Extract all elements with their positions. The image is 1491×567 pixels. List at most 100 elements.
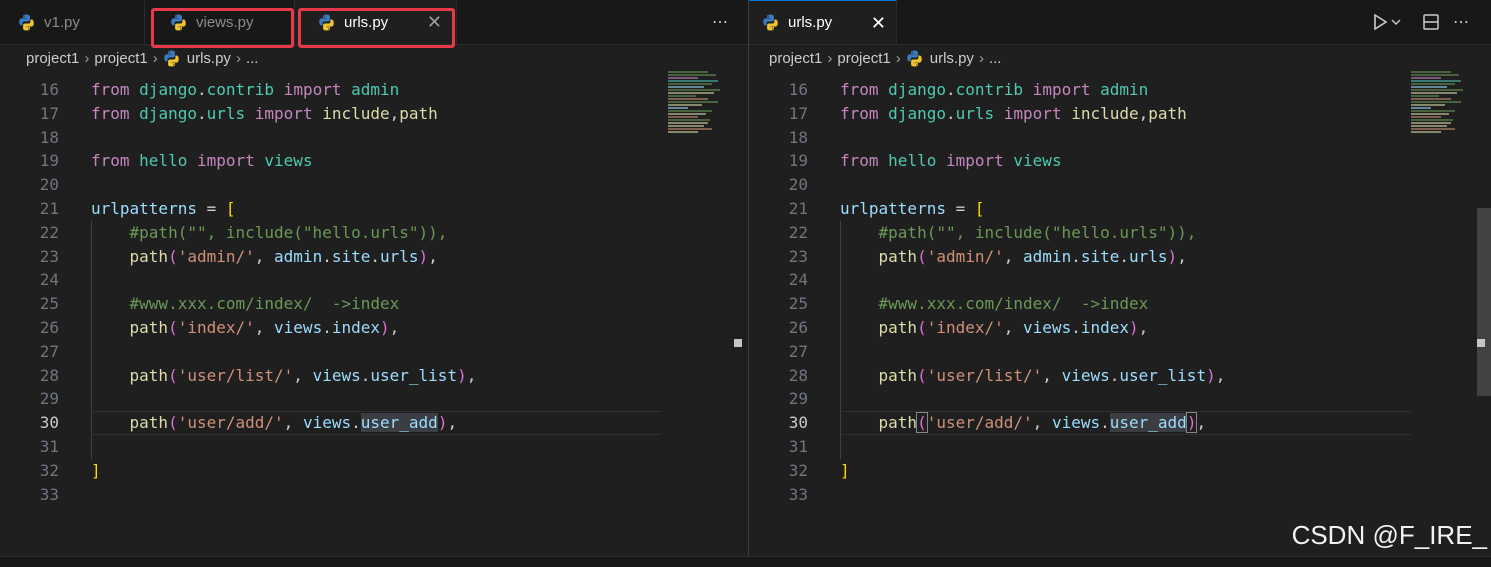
line-number: 21 xyxy=(788,199,808,218)
code-text: ] xyxy=(840,460,850,480)
code-line[interactable]: 32] xyxy=(749,459,1491,483)
line-number: 18 xyxy=(788,127,808,147)
split-editor-icon[interactable] xyxy=(1421,12,1441,32)
code-line[interactable]: 29 xyxy=(0,387,748,411)
code-line[interactable]: 23 path('admin/', admin.site.urls), xyxy=(0,245,748,269)
code-line[interactable]: 18 xyxy=(0,126,748,150)
breadcrumb-folder[interactable]: project1 xyxy=(769,50,822,67)
code-editor[interactable]: 16 from django.contrib import admin 17 from… xyxy=(749,78,1491,556)
minimap[interactable] xyxy=(668,70,726,140)
code-line[interactable]: 24 xyxy=(0,268,748,292)
minimap-line xyxy=(668,122,708,124)
breadcrumb-folder[interactable]: project1 xyxy=(94,50,147,67)
code-text: from hello import views xyxy=(840,151,1062,171)
line-number: 20 xyxy=(788,175,808,195)
code-line[interactable]: 28 path('user/list/', views.user_list), xyxy=(749,364,1491,388)
code-line[interactable]: 33 xyxy=(749,483,1491,507)
sash-handle[interactable] xyxy=(1477,339,1485,347)
line-number: 19 xyxy=(39,151,59,171)
code-line[interactable]: 31 xyxy=(749,435,1491,459)
breadcrumb-folder[interactable]: project1 xyxy=(837,50,890,67)
code-line[interactable]: 26 path('index/', views.index), xyxy=(749,316,1491,340)
code-line[interactable]: 21 urlpatterns = [ xyxy=(0,197,748,221)
code-line[interactable]: 33 xyxy=(0,483,748,507)
right-tab-bar: urls.py ✕ ⋯ xyxy=(749,0,1491,45)
minimap-line xyxy=(668,101,718,103)
sash-handle[interactable] xyxy=(734,339,742,347)
code-line[interactable]: 25 #www.xxx.com/index/ ->index xyxy=(749,292,1491,316)
code-line[interactable]: 30 path('user/add/', views.user_add), xyxy=(0,411,748,436)
line-number: 27 xyxy=(39,341,59,361)
minimap[interactable] xyxy=(1411,70,1469,140)
python-icon xyxy=(18,14,35,31)
code-text: urlpatterns = [ xyxy=(840,199,985,218)
code-line[interactable]: 29 xyxy=(749,387,1491,411)
minimap-line xyxy=(1411,77,1441,79)
code-line[interactable]: 20 xyxy=(749,173,1491,197)
code-line[interactable]: 30 path('user/add/', views.user_add), xyxy=(749,411,1491,436)
line-number: 25 xyxy=(788,294,808,314)
code-text: #www.xxx.com/index/ ->index xyxy=(878,294,1149,314)
code-line[interactable]: 23 path('admin/', admin.site.urls), xyxy=(749,245,1491,269)
line-number: 31 xyxy=(39,437,59,456)
code-line[interactable]: 28 path('user/list/', views.user_list), xyxy=(0,364,748,388)
code-line[interactable]: 22 #path("", include("hello.urls")), xyxy=(749,221,1491,245)
code-line[interactable]: 22 #path("", include("hello.urls")), xyxy=(0,221,748,245)
code-line[interactable]: 27 xyxy=(0,340,748,364)
code-line[interactable]: 17 from django.urls import include,path xyxy=(749,102,1491,126)
chevron-right-icon: › xyxy=(152,49,158,67)
code-line[interactable]: 16 from django.contrib import admin xyxy=(0,78,748,102)
minimap-line xyxy=(1411,125,1447,127)
breadcrumb-symbol[interactable]: ... xyxy=(246,50,259,67)
code-line[interactable]: 31 xyxy=(0,435,748,459)
code-text: path('index/', views.index), xyxy=(878,318,1149,337)
line-number: 23 xyxy=(39,246,59,266)
minimap-line xyxy=(1411,101,1461,103)
breadcrumb-folder[interactable]: project1 xyxy=(26,50,79,67)
breadcrumb-file[interactable]: urls.py xyxy=(930,50,974,67)
minimap-line xyxy=(1411,104,1445,106)
left-editor-group: v1.py views.py urls.py ✕ ⋯ project1 › pro… xyxy=(0,0,748,556)
minimap-line xyxy=(1411,83,1455,85)
highlight-box-urls xyxy=(298,8,455,48)
more-actions-icon[interactable]: ⋯ xyxy=(1451,12,1471,32)
more-actions-icon[interactable]: ⋯ xyxy=(710,12,730,32)
code-line[interactable]: 19 from hello import views xyxy=(749,149,1491,173)
code-line[interactable]: 17 from django.urls import include,path xyxy=(0,102,748,126)
code-editor[interactable]: 16 from django.contrib import admin 17 from… xyxy=(0,78,748,556)
breadcrumb-symbol[interactable]: ... xyxy=(989,50,1002,67)
line-number: 32 xyxy=(788,460,808,480)
line-number: 32 xyxy=(39,460,59,480)
code-line[interactable]: 32] xyxy=(0,459,748,483)
code-text: path('index/', views.index), xyxy=(129,318,400,337)
minimap-line xyxy=(668,128,712,130)
code-line[interactable]: 27 xyxy=(749,340,1491,364)
python-icon xyxy=(762,14,779,31)
code-text: path('admin/', admin.site.urls), xyxy=(878,246,1187,266)
vertical-scrollbar[interactable] xyxy=(1477,208,1491,396)
code-text: #path("", include("hello.urls")), xyxy=(878,222,1197,242)
code-line[interactable]: 16 from django.contrib import admin xyxy=(749,78,1491,102)
minimap-line xyxy=(668,107,688,109)
code-text: urlpatterns = [ xyxy=(91,199,236,218)
code-text: path('user/add/', views.user_add), xyxy=(878,412,1207,434)
code-line[interactable]: 25 #www.xxx.com/index/ ->index xyxy=(0,292,748,316)
play-icon[interactable] xyxy=(1370,12,1404,32)
code-line[interactable]: 20 xyxy=(0,173,748,197)
tab-urls[interactable]: urls.py ✕ xyxy=(749,0,897,44)
breadcrumb-file[interactable]: urls.py xyxy=(187,50,231,67)
line-number: 30 xyxy=(788,413,808,433)
minimap-line xyxy=(668,71,708,73)
python-icon xyxy=(906,50,923,67)
code-line[interactable]: 19 from hello import views xyxy=(0,149,748,173)
minimap-line xyxy=(668,83,712,85)
line-number: 22 xyxy=(788,222,808,242)
code-line[interactable]: 21 urlpatterns = [ xyxy=(749,197,1491,221)
tab-v1[interactable]: v1.py xyxy=(0,0,145,44)
code-line[interactable]: 26 path('index/', views.index), xyxy=(0,316,748,340)
code-text: path('user/add/', views.user_add), xyxy=(129,413,458,433)
close-icon[interactable]: ✕ xyxy=(871,14,886,32)
minimap-line xyxy=(668,110,712,112)
code-line[interactable]: 24 xyxy=(749,268,1491,292)
code-line[interactable]: 18 xyxy=(749,126,1491,150)
